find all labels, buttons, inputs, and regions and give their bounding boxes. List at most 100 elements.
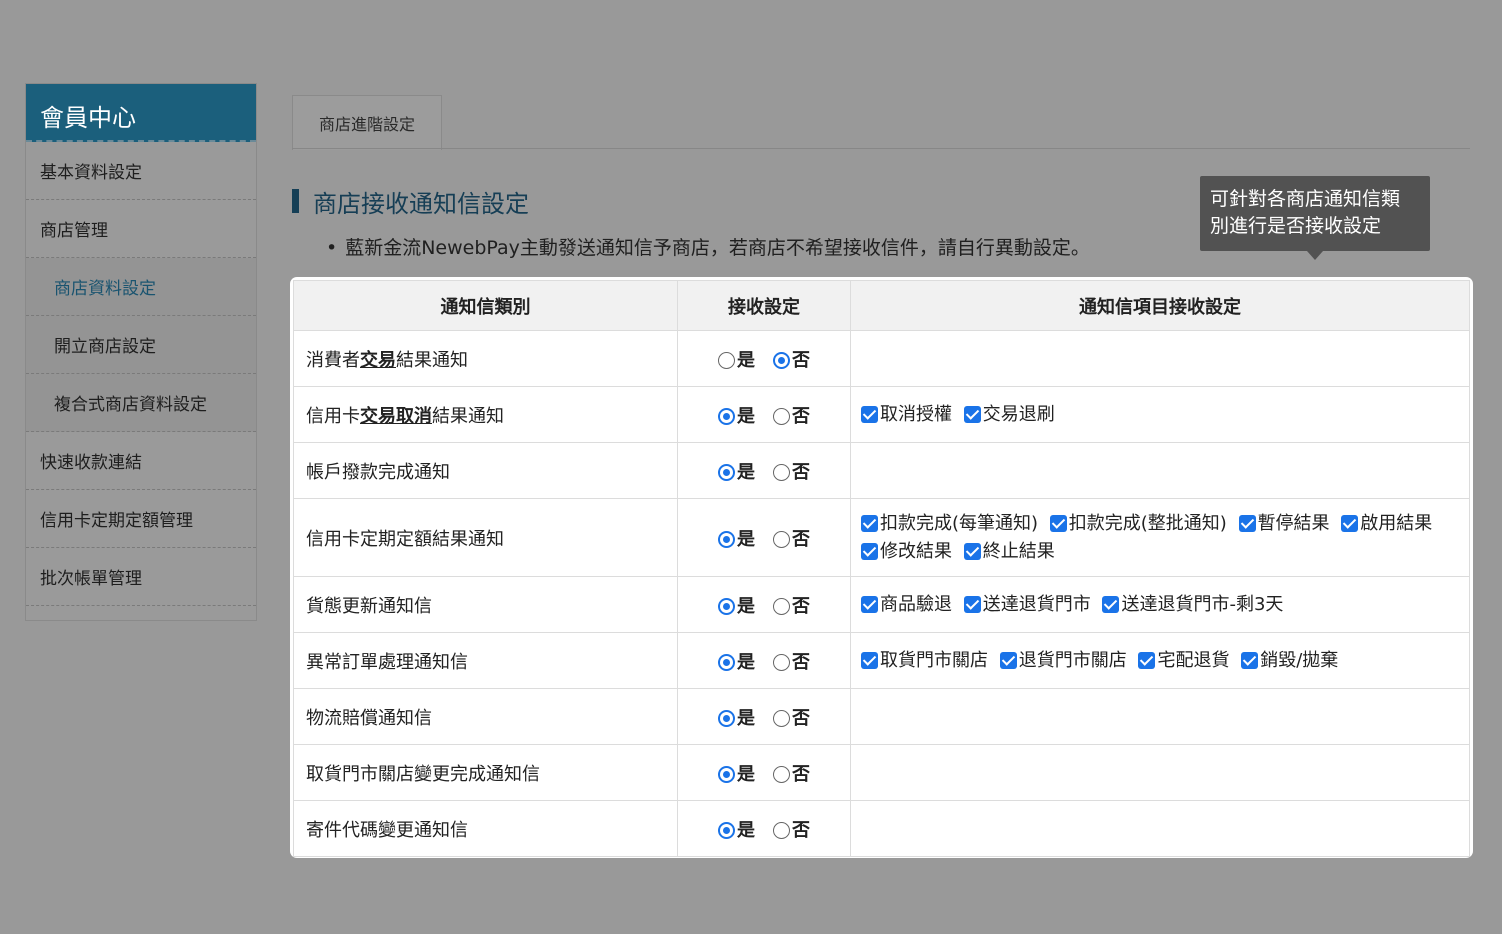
tooltip-arrow	[1307, 251, 1323, 260]
page-title: 商店接收通知信設定	[313, 189, 529, 218]
radio-yes[interactable]	[718, 407, 735, 425]
radio-no-label: 否	[792, 405, 810, 427]
tooltip: 可針對各商店通知信類 別進行是否接收設定	[1200, 176, 1430, 251]
radio-yes[interactable]	[718, 821, 735, 839]
radio-no[interactable]	[773, 821, 790, 839]
receive-setting: 是否	[677, 800, 851, 857]
item-option[interactable]: 銷毀/拋棄	[1241, 650, 1338, 671]
table-row: 信用卡交易取消結果通知是否取消授權 交易退刷	[293, 386, 1470, 443]
checkbox[interactable]	[861, 595, 878, 613]
sidebar-item-store-info[interactable]: 商店資料設定	[26, 258, 256, 316]
item-option[interactable]: 暫停結果	[1238, 512, 1330, 534]
radio-yes[interactable]	[718, 351, 735, 369]
radio-no[interactable]	[773, 709, 790, 727]
checkbox[interactable]	[1238, 514, 1256, 532]
item-option[interactable]: 終止結果	[963, 541, 1055, 562]
checkbox[interactable]	[1341, 514, 1359, 532]
radio-no[interactable]	[773, 653, 790, 671]
receive-setting: 是否	[677, 632, 851, 689]
table-row: 寄件代碼變更通知信是否	[293, 800, 1470, 857]
sidebar-item-batch-billing[interactable]: 批次帳單管理	[26, 548, 256, 606]
item-option[interactable]: 扣款完成(整批通知)	[1049, 513, 1227, 534]
radio-yes-label: 是	[737, 405, 755, 427]
notification-items	[850, 744, 1470, 801]
radio-no-label: 否	[792, 595, 810, 617]
radio-yes-label: 是	[737, 819, 755, 841]
receive-setting: 是否	[677, 576, 851, 633]
checkbox[interactable]	[1049, 514, 1067, 532]
radio-yes-label: 是	[737, 528, 755, 550]
checkbox[interactable]	[1138, 651, 1156, 669]
notification-category: 取貨門市關店變更完成通知信	[293, 744, 678, 801]
radio-no[interactable]	[773, 765, 790, 783]
radio-yes[interactable]	[718, 530, 735, 548]
sidebar-item-composite-store[interactable]: 複合式商店資料設定	[26, 374, 256, 432]
item-option[interactable]: 商品驗退	[861, 594, 952, 615]
notification-items	[850, 800, 1470, 857]
sidebar-item-store-management[interactable]: 商店管理	[26, 200, 256, 258]
checkbox-label: 取消授權	[880, 403, 952, 425]
radio-yes[interactable]	[718, 765, 735, 783]
radio-yes[interactable]	[718, 653, 735, 671]
notification-category: 帳戶撥款完成通知	[293, 442, 678, 499]
item-option[interactable]: 啟用結果	[1341, 513, 1432, 534]
notification-items: 商品驗退 送達退貨門市 送達退貨門市-剩3天	[850, 576, 1470, 633]
item-option[interactable]: 取貨門市關店	[861, 650, 988, 671]
radio-no-label: 否	[792, 707, 810, 729]
checkbox[interactable]	[963, 405, 981, 423]
checkbox[interactable]	[861, 651, 878, 669]
sidebar-item-basic-info[interactable]: 基本資料設定	[26, 142, 256, 200]
sidebar-item-open-store[interactable]: 開立商店設定	[26, 316, 256, 374]
notification-items	[850, 688, 1470, 745]
item-option[interactable]: 扣款完成(每筆通知)	[861, 513, 1038, 534]
checkbox[interactable]	[963, 595, 981, 613]
checkbox[interactable]	[861, 405, 878, 423]
item-option[interactable]: 取消授權	[861, 404, 952, 425]
checkbox[interactable]	[1102, 595, 1120, 613]
item-option[interactable]: 送達退貨門市	[963, 593, 1091, 615]
radio-no[interactable]	[773, 530, 790, 548]
checkbox-label: 暫停結果	[1257, 512, 1330, 534]
notification-table-card: 通知信類別 接收設定 通知信項目接收設定 消費者交易結果通知是否信用卡交易取消結…	[290, 277, 1473, 858]
radio-yes[interactable]	[718, 463, 735, 481]
radio-no[interactable]	[773, 597, 790, 615]
radio-yes-label: 是	[737, 651, 755, 673]
sidebar-item-quick-payment-link[interactable]: 快速收款連結	[26, 432, 256, 490]
checkbox[interactable]	[999, 651, 1017, 669]
checkbox[interactable]	[1241, 651, 1259, 669]
tooltip-line-1: 可針對各商店通知信類	[1210, 188, 1401, 210]
radio-no[interactable]	[773, 463, 790, 481]
checkbox-label: 修改結果	[880, 540, 952, 562]
checkbox-label: 送達退貨門市	[982, 593, 1091, 615]
radio-yes-label: 是	[737, 461, 755, 483]
item-option[interactable]: 修改結果	[861, 541, 952, 562]
checkbox-label: 宅配退貨	[1157, 649, 1230, 671]
checkbox[interactable]	[861, 514, 878, 532]
radio-yes-label: 是	[737, 349, 755, 371]
tooltip-line-2: 別進行是否接收設定	[1210, 215, 1382, 237]
radio-yes[interactable]	[718, 709, 735, 727]
item-option[interactable]: 送達退貨門市-剩3天	[1102, 594, 1283, 615]
item-option[interactable]: 交易退刷	[963, 404, 1055, 425]
receive-setting: 是否	[677, 386, 851, 443]
receive-setting: 是否	[677, 744, 851, 801]
radio-yes[interactable]	[718, 597, 735, 615]
radio-no[interactable]	[773, 351, 790, 369]
category-keyword: 交易	[360, 349, 396, 371]
receive-setting: 是否	[677, 442, 851, 499]
receive-setting: 是否	[677, 688, 851, 745]
table-row: 消費者交易結果通知是否	[293, 330, 1470, 387]
radio-no[interactable]	[773, 407, 790, 425]
sidebar: 會員中心 基本資料設定 商店管理 商店資料設定 開立商店設定 複合式商店資料設定…	[25, 83, 257, 621]
checkbox[interactable]	[861, 542, 878, 560]
tab-store-advanced-settings[interactable]: 商店進階設定	[292, 95, 442, 150]
sidebar-item-recurring-credit[interactable]: 信用卡定期定額管理	[26, 490, 256, 548]
radio-no-label: 否	[792, 349, 810, 371]
checkbox[interactable]	[963, 542, 981, 560]
category-text: 結果通知	[396, 349, 468, 371]
item-option[interactable]: 退貨門市關店	[999, 650, 1127, 671]
notification-category: 寄件代碼變更通知信	[293, 800, 678, 857]
notification-category: 信用卡定期定額結果通知	[293, 498, 678, 577]
column-header-category: 通知信類別	[293, 280, 678, 331]
item-option[interactable]: 宅配退貨	[1138, 650, 1229, 671]
